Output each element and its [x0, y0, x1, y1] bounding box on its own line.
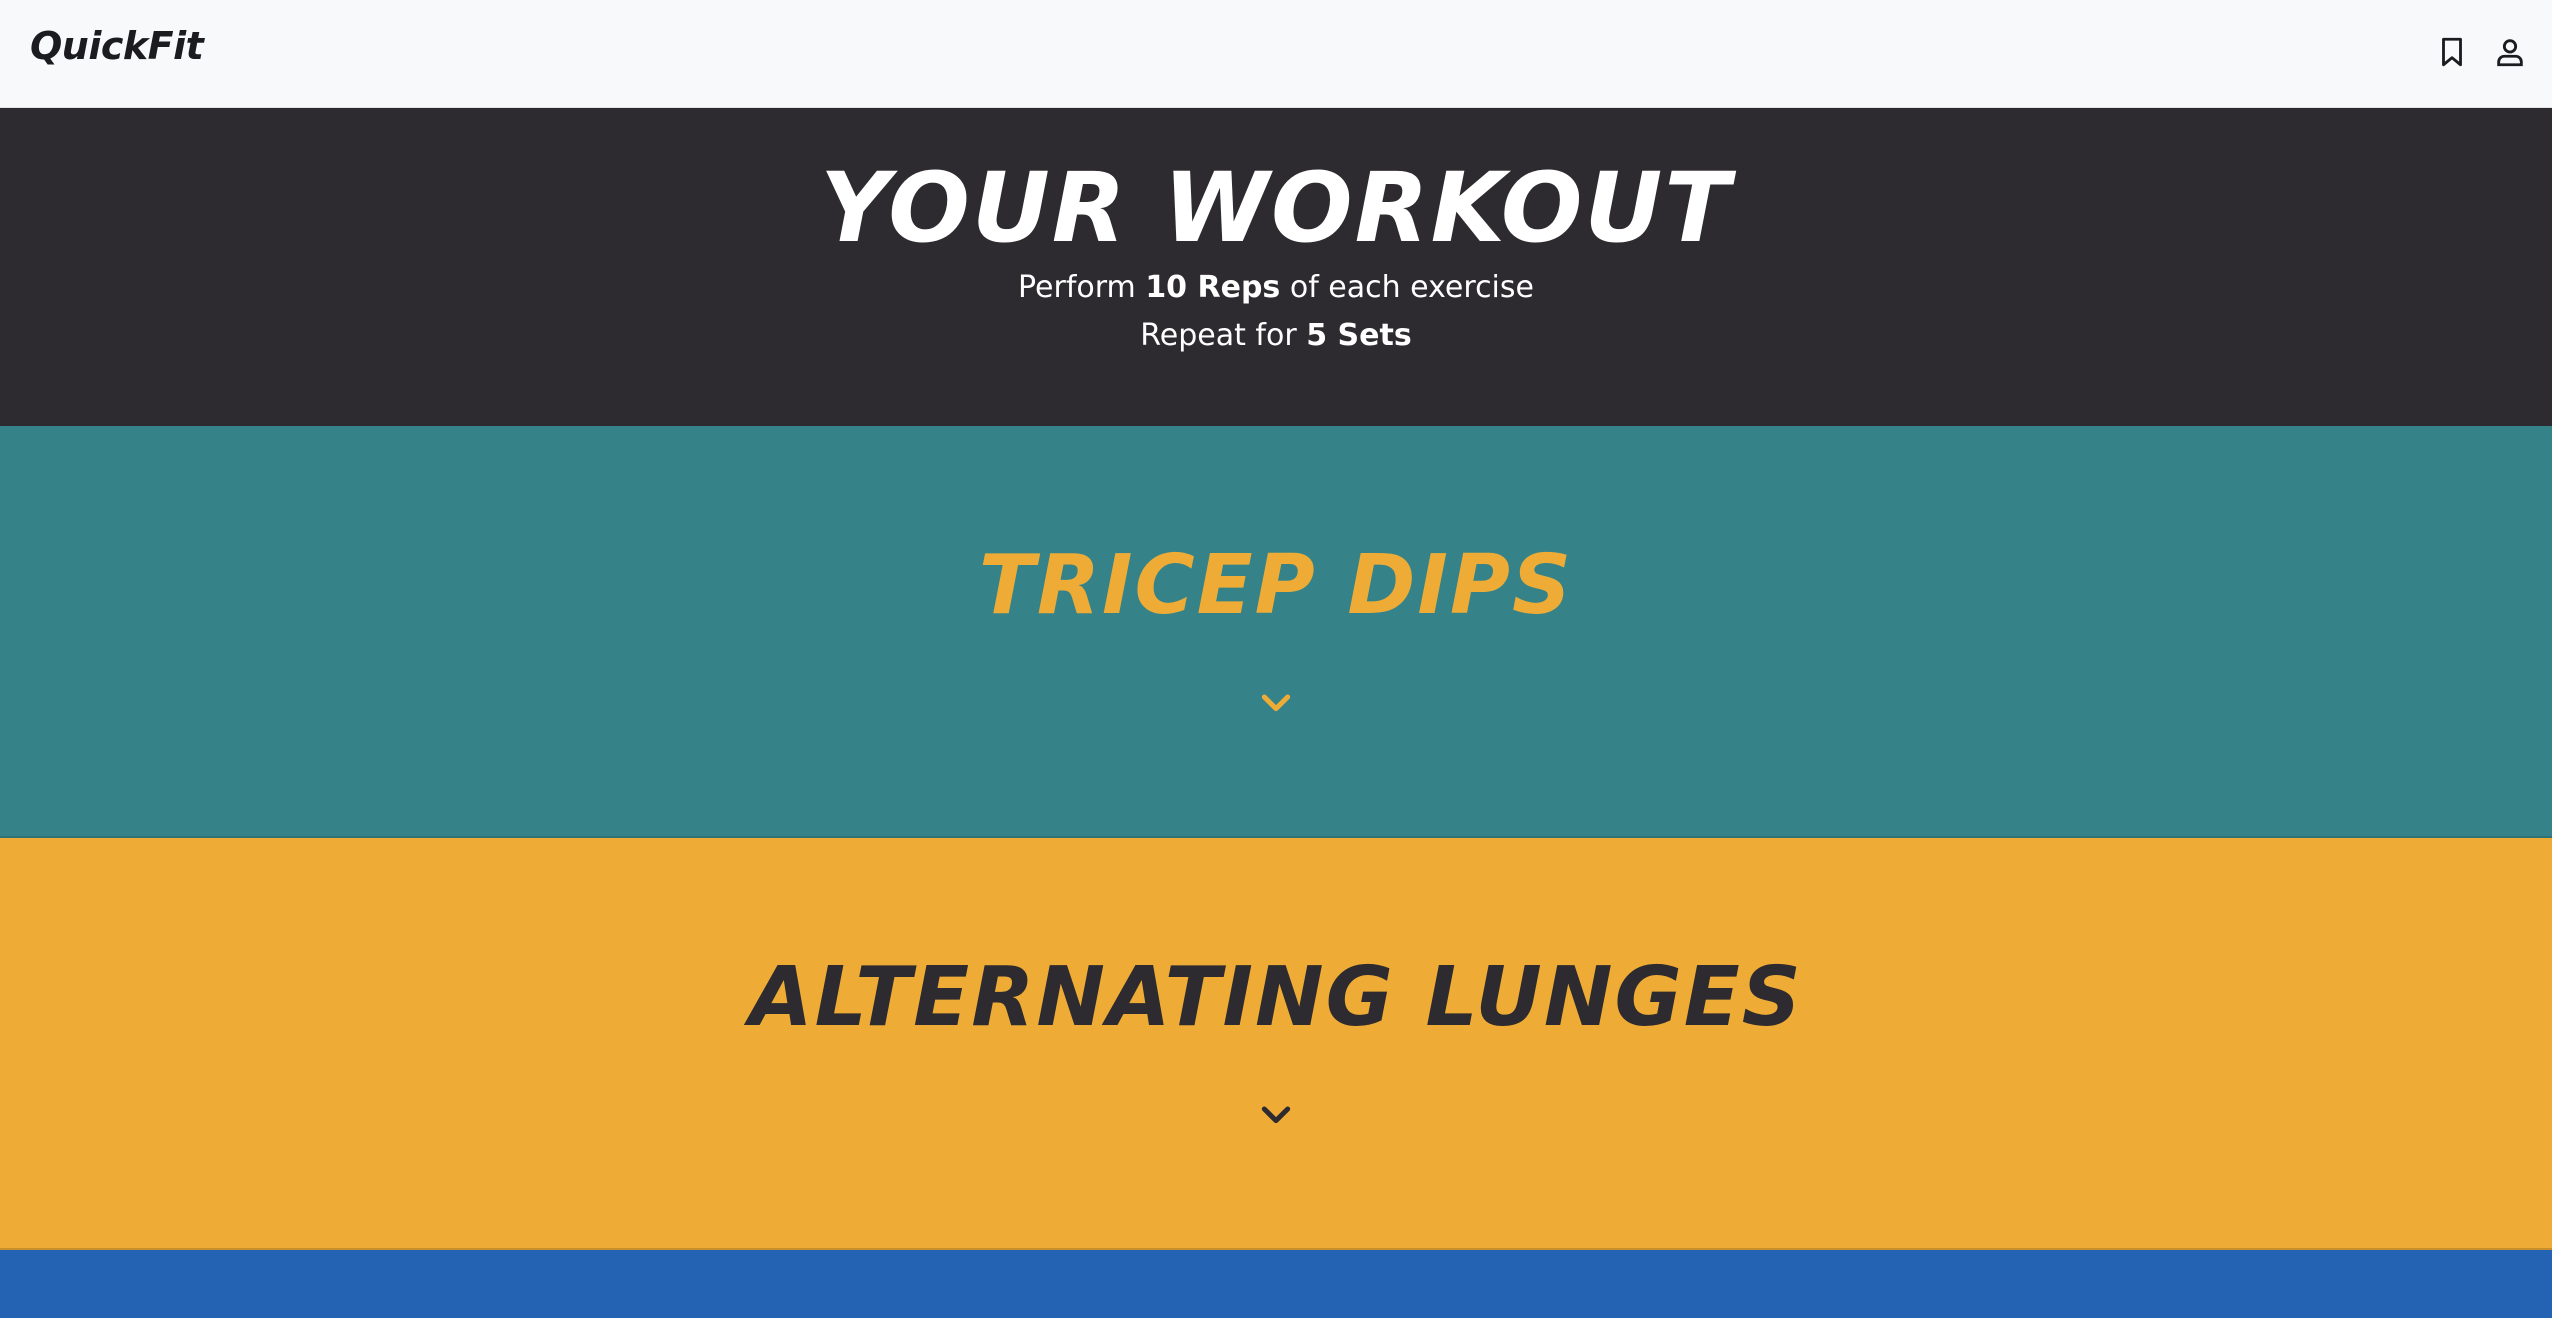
user-icon [2497, 39, 2523, 67]
bookmark-icon [2442, 37, 2462, 67]
reps-prefix: Perform [1018, 270, 1146, 305]
bookmark-button[interactable] [2432, 32, 2472, 72]
exercise-title: TRICEP DIPS [978, 538, 1574, 633]
sets-prefix: Repeat for [1140, 318, 1307, 353]
reps-instruction: Perform 10 Reps of each exercise [0, 266, 2552, 310]
exercise-title: ALTERNATING LUNGES [749, 950, 1803, 1045]
exercise-card-tricep-dips[interactable]: TRICEP DIPS [0, 426, 2552, 838]
exercise-card-alternating-lunges[interactable]: ALTERNATING LUNGES [0, 838, 2552, 1250]
sets-instruction: Repeat for 5 Sets [0, 314, 2552, 358]
user-account-button[interactable] [2490, 32, 2530, 72]
workout-hero: YOUR WORKOUT Perform 10 Reps of each exe… [0, 108, 2552, 426]
exercise-card-next[interactable] [0, 1250, 2552, 1318]
sets-count: 5 Sets [1306, 318, 1412, 353]
brand-logo[interactable]: QuickFit [30, 20, 204, 72]
reps-count: 10 Reps [1145, 270, 1281, 305]
top-navbar: QuickFit [0, 0, 2552, 108]
chevron-down-icon[interactable] [1256, 1094, 1296, 1134]
page-title: YOUR WORKOUT [820, 152, 1732, 264]
chevron-down-icon[interactable] [1256, 682, 1296, 722]
reps-suffix: of each exercise [1280, 270, 1534, 305]
